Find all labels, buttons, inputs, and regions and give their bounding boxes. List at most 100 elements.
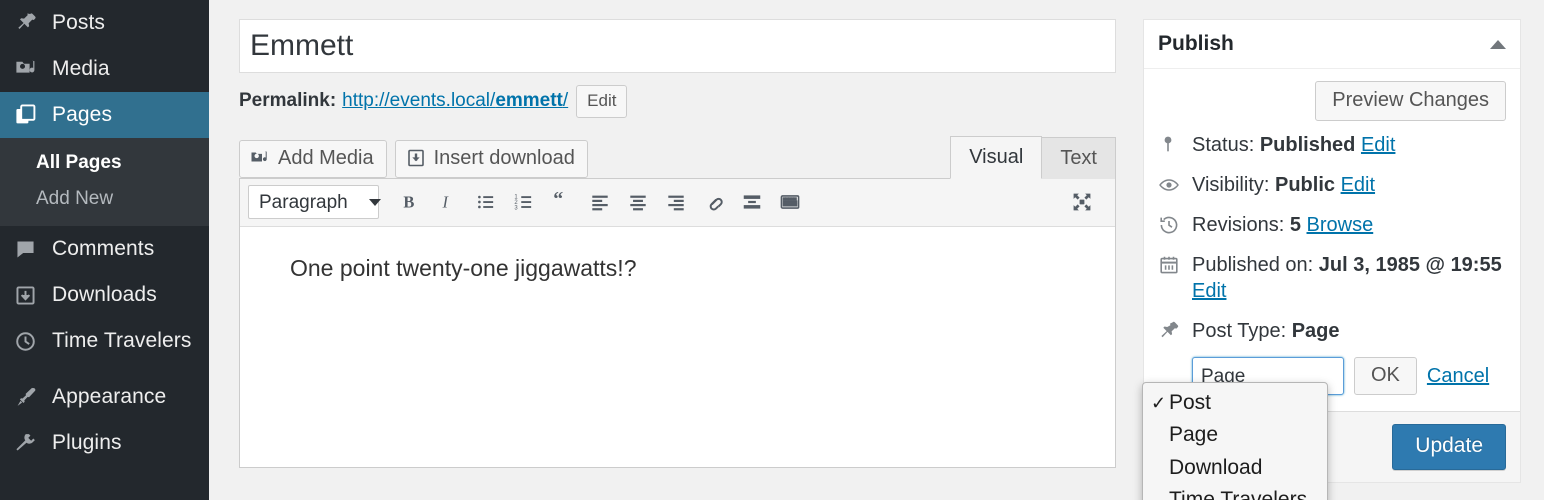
post-title-wrap bbox=[239, 19, 1116, 73]
editor-toolbar: Paragraph B I 123 “ bbox=[240, 178, 1115, 227]
tab-visual[interactable]: Visual bbox=[950, 135, 1043, 179]
comment-icon bbox=[10, 238, 52, 261]
toolbar-toggle-icon[interactable] bbox=[771, 184, 809, 220]
revisions-count: 5 bbox=[1289, 214, 1301, 236]
permalink-slug: emmett bbox=[495, 90, 563, 112]
sidebar-item-media[interactable]: Media bbox=[0, 46, 209, 92]
post-type-text: Post Type: Page bbox=[1192, 318, 1340, 344]
post-title-input[interactable] bbox=[250, 28, 1105, 64]
svg-text:3: 3 bbox=[514, 206, 518, 212]
add-media-label: Add Media bbox=[278, 146, 374, 169]
sidebar-item-pages[interactable]: Pages bbox=[0, 92, 217, 138]
editor-box: Paragraph B I 123 “ One point twenty-one… bbox=[239, 177, 1116, 468]
sidebar-item-label: Plugins bbox=[52, 431, 122, 454]
revisions-text: Revisions: 5 Browse bbox=[1192, 212, 1373, 238]
paragraph-format-select[interactable]: Paragraph bbox=[248, 185, 379, 220]
visibility-value: Public bbox=[1275, 174, 1336, 196]
visibility-edit-link[interactable]: Edit bbox=[1341, 174, 1375, 196]
sidebar-subitem-add-new[interactable]: Add New bbox=[0, 181, 209, 217]
revisions-clock-icon bbox=[1158, 212, 1192, 236]
sidebar-item-posts[interactable]: Posts bbox=[0, 0, 209, 46]
sidebar-item-appearance[interactable]: Appearance bbox=[0, 374, 209, 420]
dropdown-option-label: Time Travelers bbox=[1169, 487, 1308, 500]
sidebar-item-downloads[interactable]: Downloads bbox=[0, 272, 209, 318]
sidebar-subitem-all-pages[interactable]: All Pages bbox=[0, 145, 209, 181]
eye-icon bbox=[1158, 172, 1192, 196]
clock-icon bbox=[10, 330, 52, 353]
permalink-base: http://events.local/ bbox=[342, 90, 496, 112]
sidebar-item-plugins[interactable]: Plugins bbox=[0, 420, 209, 466]
add-media-button[interactable]: Add Media bbox=[239, 139, 387, 178]
bold-icon[interactable]: B bbox=[391, 184, 429, 220]
visibility-text: Visibility: Public Edit bbox=[1192, 172, 1375, 198]
preview-changes-button[interactable]: Preview Changes bbox=[1315, 81, 1506, 121]
svg-text:I: I bbox=[442, 193, 450, 212]
permalink-label: Permalink: bbox=[239, 90, 337, 112]
sidebar-item-label: Downloads bbox=[52, 283, 157, 306]
post-type-cancel-link[interactable]: Cancel bbox=[1427, 365, 1489, 388]
post-type-value: Page bbox=[1291, 320, 1340, 342]
revisions-browse-link[interactable]: Browse bbox=[1307, 214, 1374, 236]
editor-content-area[interactable]: One point twenty-one jiggawatts!? bbox=[240, 226, 1115, 467]
read-more-icon[interactable] bbox=[733, 184, 771, 220]
bulleted-list-icon[interactable] bbox=[467, 184, 505, 220]
publish-box-header: Publish bbox=[1144, 20, 1520, 69]
sidebar-item-label: Posts bbox=[52, 11, 106, 34]
visibility-row: Visibility: Public Edit bbox=[1158, 165, 1506, 205]
italic-icon[interactable]: I bbox=[429, 184, 467, 220]
brush-icon bbox=[10, 385, 52, 409]
pin-icon bbox=[10, 11, 52, 35]
revisions-label: Revisions: bbox=[1192, 214, 1285, 236]
tab-text[interactable]: Text bbox=[1041, 136, 1116, 179]
sidebar-item-time-travelers[interactable]: Time Travelers bbox=[0, 318, 209, 364]
active-menu-arrow bbox=[209, 107, 217, 123]
post-type-ok-button[interactable]: OK bbox=[1354, 357, 1417, 395]
dropdown-option-download[interactable]: Download bbox=[1143, 452, 1327, 484]
numbered-list-icon[interactable]: 123 bbox=[505, 184, 543, 220]
revisions-row: Revisions: 5 Browse bbox=[1158, 205, 1506, 245]
sidebar-item-label: Pages bbox=[52, 103, 113, 126]
align-left-icon[interactable] bbox=[581, 184, 619, 220]
permalink-link[interactable]: http://events.local/emmett/ bbox=[342, 90, 568, 112]
visibility-label: Visibility: bbox=[1192, 174, 1270, 196]
permalink-trailing-slash: / bbox=[562, 90, 569, 112]
add-media-icon bbox=[250, 148, 270, 168]
post-type-label: Post Type: bbox=[1192, 320, 1287, 342]
link-icon[interactable] bbox=[695, 184, 733, 220]
sidebar-item-comments[interactable]: Comments bbox=[0, 226, 209, 272]
sidebar-item-label: Comments bbox=[52, 237, 155, 260]
post-type-row: Post Type: Page bbox=[1158, 311, 1506, 351]
align-center-icon[interactable] bbox=[619, 184, 657, 220]
svg-text:“: “ bbox=[553, 191, 563, 210]
svg-text:B: B bbox=[403, 193, 414, 212]
published-on-text: Published on: Jul 3, 1985 @ 19:55 Edit bbox=[1192, 252, 1502, 304]
published-on-label: Published on: bbox=[1192, 254, 1314, 276]
pushpin-icon bbox=[1158, 318, 1192, 342]
plug-icon bbox=[10, 431, 52, 455]
blockquote-icon[interactable]: “ bbox=[543, 184, 581, 220]
status-edit-link[interactable]: Edit bbox=[1361, 134, 1395, 156]
dropdown-option-page[interactable]: Page bbox=[1143, 419, 1327, 451]
edit-permalink-button[interactable]: Edit bbox=[576, 85, 628, 118]
pages-icon bbox=[10, 103, 52, 127]
published-on-edit-link[interactable]: Edit bbox=[1192, 280, 1226, 302]
editor-media-buttons-row: Add Media Insert download Visual Text bbox=[239, 135, 1116, 179]
update-button[interactable]: Update bbox=[1392, 424, 1506, 470]
post-edit-main-column: Permalink: http://events.local/emmett/ E… bbox=[239, 19, 1116, 468]
status-text: Status: Published Edit bbox=[1192, 132, 1395, 158]
post-type-dropdown-menu[interactable]: ✓ Post Page Download Time Travelers bbox=[1142, 382, 1328, 500]
publish-box-title: Publish bbox=[1158, 32, 1234, 55]
checkmark-icon: ✓ bbox=[1151, 392, 1167, 413]
minor-publishing-actions: Preview Changes bbox=[1144, 69, 1520, 123]
wordpress-admin-screen: Posts Media Pages All Pages Add New Comm… bbox=[0, 0, 1544, 500]
dropdown-option-time-travelers[interactable]: Time Travelers bbox=[1143, 484, 1327, 500]
sidebar-item-label: Appearance bbox=[52, 385, 167, 408]
insert-download-button[interactable]: Insert download bbox=[394, 139, 588, 178]
dropdown-option-post[interactable]: ✓ Post bbox=[1143, 387, 1327, 419]
sidebar-submenu-pages: All Pages Add New bbox=[0, 138, 209, 226]
insert-download-icon bbox=[406, 148, 426, 168]
chevron-up-icon[interactable] bbox=[1490, 39, 1506, 49]
align-right-icon[interactable] bbox=[657, 184, 695, 220]
distraction-free-icon[interactable] bbox=[1063, 184, 1101, 220]
sidebar-separator bbox=[0, 364, 209, 374]
